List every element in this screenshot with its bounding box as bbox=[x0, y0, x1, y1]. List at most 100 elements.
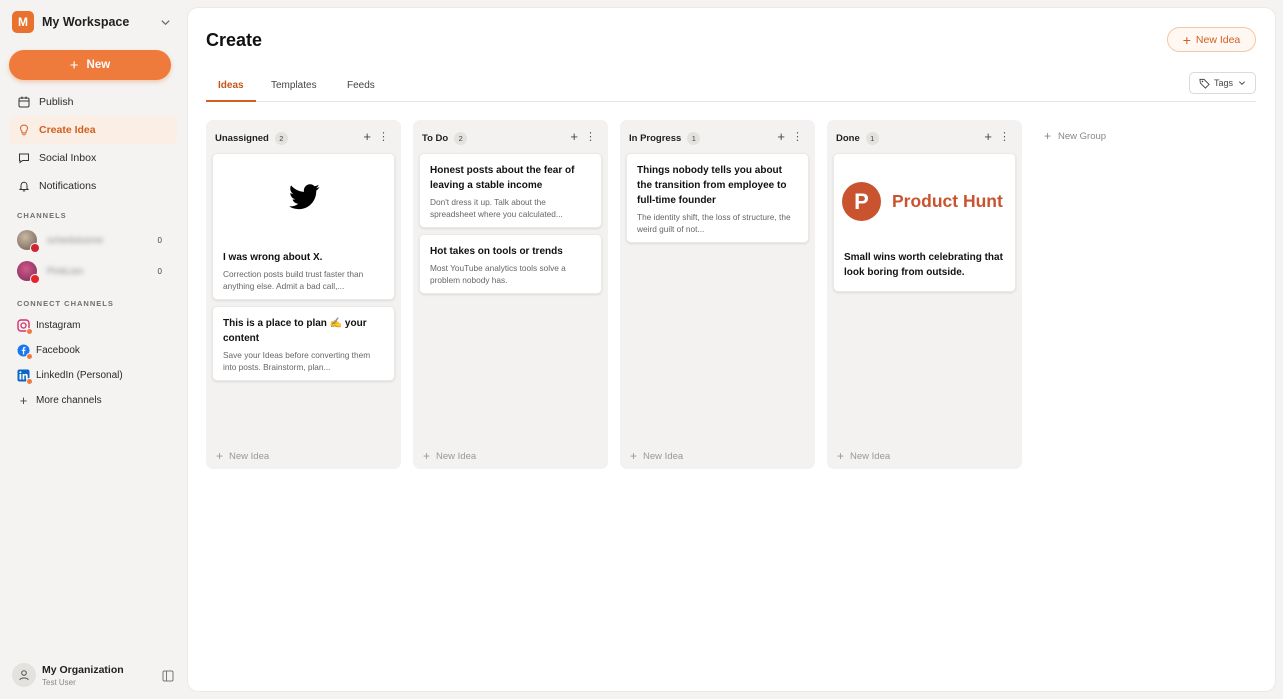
sidebar-item-social-inbox[interactable]: Social Inbox bbox=[9, 144, 177, 172]
more-options-icon[interactable]: ⋮ bbox=[585, 130, 596, 143]
product-hunt-icon: P bbox=[842, 182, 881, 221]
plus-icon: + bbox=[216, 449, 224, 463]
connect-linkedin[interactable]: LinkedIn (Personal) bbox=[17, 366, 123, 385]
sidebar-item-notifications[interactable]: Notifications bbox=[9, 172, 177, 200]
sidebar-item-create-idea[interactable]: Create Idea bbox=[9, 116, 177, 144]
add-idea-link[interactable]: + New Idea bbox=[837, 449, 890, 463]
product-hunt-logo: P Product Hunt bbox=[842, 182, 1003, 221]
linkedin-icon bbox=[17, 369, 33, 385]
new-idea-button[interactable]: + New Idea bbox=[1167, 27, 1256, 52]
channel-item[interactable]: schedulusme 0 bbox=[17, 229, 162, 253]
plus-icon: + bbox=[1182, 31, 1191, 48]
calendar-icon bbox=[17, 95, 31, 109]
pinterest-icon bbox=[30, 243, 40, 253]
tab-templates[interactable]: Templates bbox=[271, 80, 317, 91]
plus-icon: + bbox=[19, 392, 28, 408]
main-panel: Create + New Idea Ideas Templates Feeds … bbox=[188, 8, 1275, 691]
add-card-icon[interactable]: + bbox=[984, 129, 992, 144]
avatar bbox=[17, 230, 40, 253]
connect-instagram[interactable]: Instagram bbox=[17, 316, 81, 335]
instagram-icon bbox=[17, 318, 33, 335]
connect-channels-section-label: CONNECT CHANNELS bbox=[17, 299, 114, 308]
more-options-icon[interactable]: ⋮ bbox=[792, 130, 803, 143]
page-title: Create bbox=[206, 30, 263, 50]
card-title: Small wins worth celebrating that look b… bbox=[844, 252, 1003, 278]
add-idea-label: New Idea bbox=[229, 450, 270, 462]
channel-count: 0 bbox=[157, 266, 162, 276]
channel-item[interactable]: PinkLion 0 bbox=[17, 260, 162, 284]
card-title: Honest posts about the fear of leaving a… bbox=[430, 165, 575, 191]
add-idea-label: New Idea bbox=[850, 450, 891, 462]
more-channels-link[interactable]: + More channels bbox=[17, 391, 102, 409]
add-card-icon[interactable]: + bbox=[570, 129, 578, 144]
column-title: Done bbox=[836, 132, 860, 144]
idea-card[interactable]: Things nobody tells you about the transi… bbox=[626, 153, 809, 243]
card-title: This is a place to plan ✍️ your content bbox=[223, 318, 367, 344]
board-column-unassigned: Unassigned 2 + ⋮ I was wrong about X. Co… bbox=[206, 120, 401, 469]
add-idea-link[interactable]: + New Idea bbox=[423, 449, 476, 463]
idea-card[interactable]: Hot takes on tools or trends Most YouTub… bbox=[419, 234, 602, 294]
idea-card[interactable]: Honest posts about the fear of leaving a… bbox=[419, 153, 602, 228]
connect-label: Instagram bbox=[36, 319, 81, 331]
board-column-in-progress: In Progress 1 + ⋮ Things nobody tells yo… bbox=[620, 120, 815, 469]
card-description: Correction posts build trust faster than… bbox=[223, 269, 364, 291]
user-name: Test User bbox=[42, 677, 76, 687]
channel-name: schedulusme bbox=[47, 234, 103, 246]
sidebar-nav: Publish Create Idea Social Inbox Notific… bbox=[9, 88, 177, 200]
product-hunt-wordmark: Product Hunt bbox=[892, 191, 1003, 211]
channels-section-label: CHANNELS bbox=[17, 211, 67, 220]
tags-label: Tags bbox=[1213, 78, 1233, 88]
idea-card[interactable]: P Product Hunt Small wins worth celebrat… bbox=[833, 153, 1016, 292]
bell-icon bbox=[17, 179, 31, 193]
column-count-badge: 2 bbox=[274, 131, 288, 145]
workspace-switcher[interactable]: M My Workspace bbox=[12, 11, 172, 33]
new-button[interactable]: + New bbox=[9, 50, 171, 80]
card-title: I was wrong about X. bbox=[223, 252, 323, 263]
organization-name: My Organization bbox=[42, 663, 124, 676]
card-description: Save your Ideas before converting them i… bbox=[223, 350, 371, 372]
tags-filter-button[interactable]: Tags bbox=[1189, 72, 1256, 94]
organization-switcher[interactable]: My Organization Test User bbox=[12, 662, 174, 688]
youtube-icon bbox=[30, 274, 40, 284]
plus-badge-icon bbox=[26, 377, 33, 385]
sidebar-item-label: Social Inbox bbox=[39, 152, 97, 164]
plus-icon: + bbox=[69, 56, 79, 74]
add-idea-label: New Idea bbox=[436, 450, 477, 462]
connect-label: Facebook bbox=[36, 344, 80, 356]
add-idea-link[interactable]: + New Idea bbox=[216, 449, 269, 463]
card-description: The identity shift, the loss of structur… bbox=[637, 212, 791, 234]
chevron-down-icon bbox=[158, 15, 172, 29]
sidebar-item-publish[interactable]: Publish bbox=[9, 88, 177, 116]
plus-badge-icon bbox=[26, 352, 33, 360]
plus-icon: + bbox=[1044, 129, 1052, 143]
add-card-icon[interactable]: + bbox=[777, 129, 785, 144]
board-column-to-do: To Do 2 + ⋮ Honest posts about the fear … bbox=[413, 120, 608, 469]
active-tab-indicator bbox=[206, 100, 256, 102]
twitter-icon bbox=[289, 184, 320, 215]
connect-facebook[interactable]: Facebook bbox=[17, 341, 80, 360]
tag-icon bbox=[1199, 78, 1210, 89]
idea-card[interactable]: I was wrong about X. Correction posts bu… bbox=[212, 153, 395, 300]
board-column-done: Done 1 + ⋮ P Product Hunt Small wins wor… bbox=[827, 120, 1022, 469]
workspace-name: My Workspace bbox=[42, 15, 130, 29]
card-description: Don't dress it up. Talk about the spread… bbox=[430, 197, 563, 219]
add-card-icon[interactable]: + bbox=[363, 129, 371, 144]
plus-icon: + bbox=[630, 449, 638, 463]
facebook-icon bbox=[17, 344, 33, 360]
new-group-label: New Group bbox=[1058, 130, 1107, 142]
idea-card[interactable]: This is a place to plan ✍️ your content … bbox=[212, 306, 395, 381]
more-options-icon[interactable]: ⋮ bbox=[999, 130, 1010, 143]
connect-label: More channels bbox=[36, 394, 102, 406]
column-title: To Do bbox=[422, 132, 449, 144]
add-idea-link[interactable]: + New Idea bbox=[630, 449, 683, 463]
more-options-icon[interactable]: ⋮ bbox=[378, 130, 389, 143]
collapse-sidebar-icon[interactable] bbox=[162, 669, 174, 682]
sidebar-item-label: Notifications bbox=[39, 180, 97, 192]
column-count-badge: 1 bbox=[687, 131, 701, 145]
new-group-button[interactable]: + New Group bbox=[1044, 129, 1106, 143]
channel-name: PinkLion bbox=[47, 265, 84, 277]
new-idea-button-label: New Idea bbox=[1195, 33, 1241, 46]
tab-ideas[interactable]: Ideas bbox=[218, 80, 244, 91]
column-title: In Progress bbox=[629, 132, 682, 144]
tab-feeds[interactable]: Feeds bbox=[347, 80, 375, 91]
